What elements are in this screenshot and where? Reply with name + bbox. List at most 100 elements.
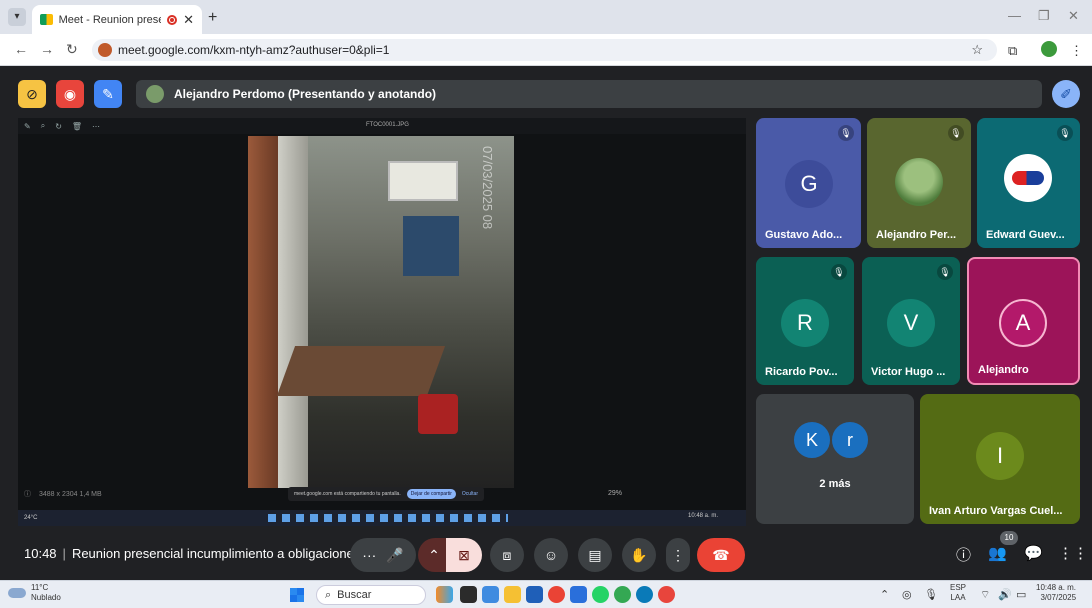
avatar: K	[792, 420, 832, 460]
tray-app-icon[interactable]: ◎	[902, 588, 912, 601]
avatar-initial: A	[1015, 310, 1031, 335]
shared-taskbar: 24°C 10:48 a. m.	[18, 510, 746, 526]
microphone-control[interactable]: ··· 🎤	[350, 538, 416, 572]
volume-icon[interactable]: 🔊	[998, 588, 1012, 601]
avatar: G	[785, 160, 833, 208]
taskbar-app-explorer-icon[interactable]	[504, 586, 521, 603]
taskbar-app-icon[interactable]	[570, 586, 587, 603]
maximize-window-icon[interactable]: ❐	[1038, 8, 1050, 24]
forward-arrow-icon[interactable]: →	[40, 41, 54, 57]
participant-tile-alejandro-per[interactable]: 🎙 Alejandro Per...	[867, 118, 971, 248]
photo-brick-wall	[248, 136, 278, 488]
new-tab-button[interactable]: +	[208, 9, 217, 27]
people-count-badge: 10	[1000, 531, 1018, 545]
participant-tile-edward[interactable]: 🎙 Edward Guev...	[977, 118, 1080, 248]
avatar-initial: r	[847, 429, 853, 450]
microphone-icon: 🎤	[386, 546, 404, 563]
hide-notice-link: Ocultar	[461, 491, 478, 497]
viewer-info-icon: ⓘ	[24, 491, 31, 498]
extensions-icon[interactable]: ⧉	[1008, 43, 1017, 59]
back-arrow-icon[interactable]: ←	[14, 41, 28, 57]
taskbar-search[interactable]: ⌕ Buscar	[316, 585, 426, 605]
participant-name: Alejandro	[978, 364, 1029, 376]
tab-search-dropdown-icon[interactable]: ▾	[8, 8, 26, 26]
site-info-icon[interactable]	[98, 43, 112, 57]
viewer-rotate-icon: ↻	[55, 121, 62, 131]
minimize-window-icon[interactable]: —	[1008, 8, 1021, 23]
leave-call-button[interactable]: ☎	[697, 538, 745, 572]
tray-mic-icon[interactable]: 🎙	[924, 588, 938, 601]
taskbar-app-whatsapp-icon[interactable]	[592, 586, 609, 603]
taskbar-app-widgets-icon[interactable]	[436, 586, 453, 603]
presenter-label: Alejandro Perdomo (Presentando y anotand…	[174, 87, 437, 101]
stop-sharing-button: Dejar de compartir	[406, 489, 456, 499]
meet-favicon-icon	[40, 14, 53, 25]
weather-desc: Nublado	[31, 593, 61, 602]
taskbar-app-taskview-icon[interactable]	[460, 586, 477, 603]
notes-icon[interactable]: ✎	[94, 80, 122, 108]
raise-hand-button[interactable]: ✋	[622, 538, 656, 572]
captions-button[interactable]: ▤	[578, 538, 612, 572]
avatar	[895, 158, 943, 206]
url-field[interactable]: meet.google.com/kxm-ntyh-amz?authuser=0&…	[92, 39, 997, 61]
taskbar-app-chrome-profile-icon[interactable]	[614, 586, 631, 603]
present-screen-icon: ⧈	[502, 546, 512, 563]
avatar-initial: I	[996, 443, 1004, 468]
hangup-phone-icon: ☎	[712, 546, 730, 563]
taskbar-app-store-icon[interactable]	[526, 586, 543, 603]
avatar: r	[830, 420, 870, 460]
search-icon: ⌕	[325, 588, 332, 601]
participant-tile-ivan[interactable]: I Ivan Arturo Vargas Cuel...	[920, 394, 1080, 524]
battery-icon[interactable]: ▭	[1016, 588, 1026, 601]
meeting-title: Reunion presencial incumplimiento a obli…	[71, 546, 365, 561]
participant-tile-alejandro[interactable]: A Alejandro	[967, 257, 1080, 385]
viewer-zoom-icon: ⌕	[40, 121, 46, 130]
taskbar-app-icon[interactable]	[482, 586, 499, 603]
reload-icon[interactable]: ↻	[66, 41, 78, 58]
participant-name: Edward Guev...	[986, 229, 1065, 241]
more-participants-tile[interactable]: K r 2 más	[756, 394, 914, 524]
stop-presenting-icon[interactable]: ⊘	[18, 80, 46, 108]
input-language[interactable]: ESP LAA	[950, 583, 966, 603]
browser-tab-meet[interactable]: Meet - Reunion presencial i ✕	[32, 5, 202, 34]
tab-close-button[interactable]: ✕	[183, 12, 194, 28]
more-options-button[interactable]: ⋮	[666, 538, 690, 572]
weather-widget[interactable]: 11°C Nublado	[8, 583, 61, 603]
photo-machine	[418, 394, 458, 434]
reactions-button[interactable]: ☺	[534, 538, 568, 572]
bookmark-star-icon[interactable]: ☆	[971, 42, 983, 58]
photo-timestamp: 07/03/2025 08	[480, 146, 495, 230]
meeting-details-icon[interactable]: ⓘ	[956, 544, 971, 565]
taskbar-app-icon[interactable]	[658, 586, 675, 603]
presenter-avatar	[146, 85, 164, 103]
viewer-zoom-level: 29%	[608, 490, 623, 497]
avatar-initial: K	[805, 429, 818, 450]
chat-icon[interactable]: 💬	[1024, 544, 1043, 562]
browser-tab-bar: ▾ Meet - Reunion presencial i ✕ + — ❐ ✕	[0, 0, 1092, 34]
tray-chevron-up-icon[interactable]: ⌃	[880, 588, 889, 601]
windows-start-icon[interactable]	[290, 588, 304, 602]
taskbar-app-chrome-icon[interactable]	[548, 586, 565, 603]
taskbar-search-label: Buscar	[337, 589, 372, 601]
close-window-icon[interactable]: ✕	[1068, 8, 1079, 24]
keyboard-layout: LAA	[950, 593, 966, 602]
company-logo-icon	[1012, 171, 1044, 185]
shared-taskbar-clock: 10:48 a. m.	[688, 513, 719, 519]
avatar-initial: V	[903, 310, 919, 335]
participant-tile-victor[interactable]: 🎙 V Victor Hugo ...	[862, 257, 960, 385]
recording-icon[interactable]: ◉	[56, 80, 84, 108]
camera-toggle-button[interactable]: ⊠	[446, 538, 482, 572]
participant-tile-gustavo[interactable]: 🎙 G Gustavo Ado...	[756, 118, 861, 248]
present-screen-button[interactable]: ⧈	[490, 538, 524, 572]
more-avatars: K r	[792, 420, 872, 460]
participant-tile-ricardo[interactable]: 🎙 R Ricardo Pov...	[756, 257, 854, 385]
annotate-pen-icon[interactable]: ✐	[1052, 80, 1080, 108]
browser-menu-icon[interactable]: ⋮	[1070, 43, 1083, 59]
wifi-icon[interactable]: ⌔	[980, 588, 990, 602]
people-icon[interactable]: 👥	[988, 544, 1007, 562]
taskbar-app-edge-icon[interactable]	[636, 586, 653, 603]
activities-icon[interactable]: ⋮⋮	[1058, 544, 1088, 562]
system-clock[interactable]: 10:48 a. m. 3/07/2025	[1036, 583, 1076, 603]
mic-muted-icon: 🎙	[1057, 125, 1073, 141]
profile-avatar[interactable]	[1041, 41, 1057, 57]
